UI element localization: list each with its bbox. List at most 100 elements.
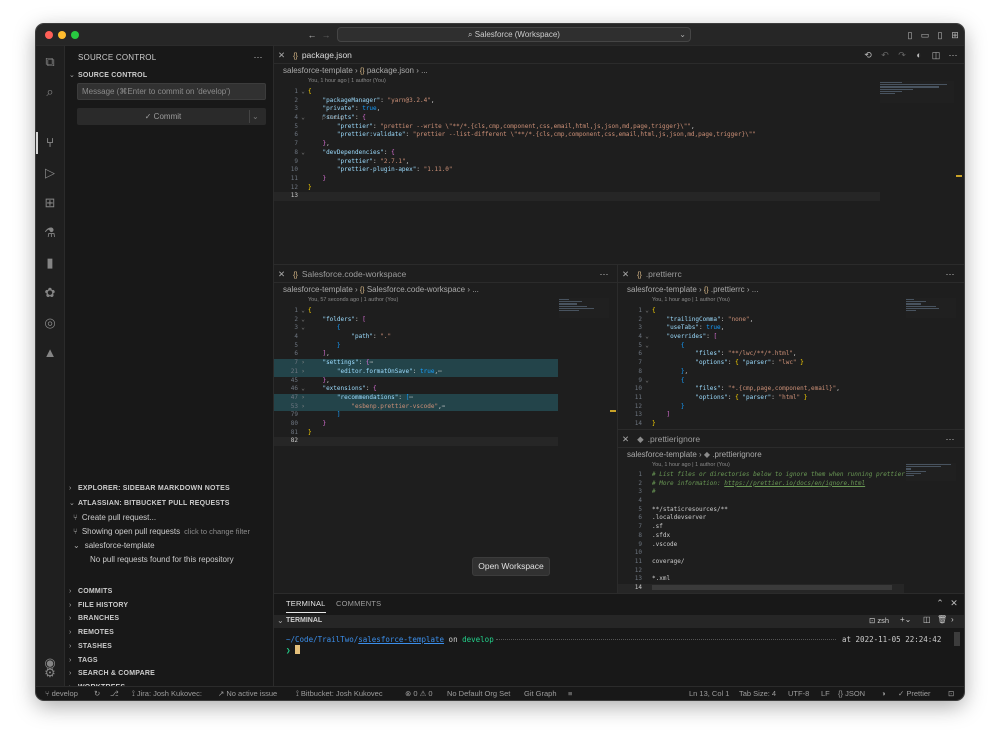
language-status[interactable]: {} JSON [838, 689, 865, 698]
breadcrumb-folder[interactable]: salesforce-template [627, 450, 697, 459]
code-line[interactable]: 7 }, [274, 140, 880, 149]
jira-status[interactable]: ⟟ Jira: Josh Kukovec: [132, 689, 202, 699]
section-bitbucket[interactable]: ⌄ ATLASSIAN: BITBUCKET PULL REQUESTS [69, 499, 230, 507]
code-line[interactable]: 12 } [618, 403, 904, 412]
code-line[interactable]: 9 .vscode [618, 541, 904, 550]
more-actions-icon[interactable]: ⋯ [944, 433, 956, 445]
breadcrumb[interactable]: salesforce-template › ◆ .prettierignore [627, 450, 762, 459]
code-line[interactable]: 13 [274, 192, 880, 201]
fold-chevron-icon[interactable]: ⌄ [298, 385, 308, 394]
close-icon[interactable]: ✕ [622, 269, 629, 279]
breadcrumb-more[interactable]: ... [472, 285, 479, 294]
forward-arrow-icon[interactable]: → [320, 29, 332, 41]
sync-icon[interactable]: ↻ [94, 689, 100, 698]
problems-status[interactable]: ⊗ 0 ⚠ 0 [405, 689, 433, 698]
tab-workspace[interactable]: ✕ {} Salesforce.code-workspace [274, 265, 406, 283]
code-line[interactable]: 47 › "recommendations": [⋯ [274, 393, 558, 403]
minimize-window-button[interactable] [58, 31, 66, 39]
code-line[interactable]: 7 "options": { "parser": "lwc" } [618, 359, 904, 368]
tab-prettierignore[interactable]: ✕ ◆ .prettierignore [618, 430, 700, 448]
contrast-icon[interactable]: ◑ [881, 689, 886, 698]
eol-status[interactable]: LF [821, 689, 830, 698]
fold-chevron-icon[interactable]: ⌄ [298, 114, 308, 123]
breadcrumb-more[interactable]: ... [752, 285, 759, 294]
showing-open-prs-item[interactable]: ⑂ Showing open pull requests click to chan… [73, 527, 250, 536]
code-line[interactable]: 7 › "settings": {⋯ [274, 359, 558, 368]
open-workspace-button[interactable]: Open Workspace [472, 557, 550, 576]
code-line[interactable]: 8 }, [618, 368, 904, 377]
code-line[interactable]: 5 ⌄ { [618, 342, 904, 351]
fold-chevron-icon[interactable]: › [298, 403, 308, 412]
code-line[interactable]: 5 **/staticresources/** [618, 506, 904, 515]
more-actions-icon[interactable]: ⋯ [947, 49, 959, 61]
chevron-down-icon[interactable]: ⌄ [679, 28, 686, 41]
toggle-primary-sidebar-icon[interactable]: ▯ [904, 29, 916, 41]
notifications-icon[interactable]: ⊡ [948, 689, 954, 698]
code-line[interactable]: 10 "prettier-plugin-apex": "1.11.0" [274, 166, 880, 175]
fold-chevron-icon[interactable]: ⌄ [642, 333, 652, 342]
code-line[interactable]: 10 [618, 549, 904, 558]
command-center[interactable]: ⌕ Salesforce (Workspace) ⌄ [337, 27, 691, 42]
breadcrumb[interactable]: salesforce-template › {} Salesforce.code… [283, 285, 479, 294]
testing-icon[interactable]: ⚗ [41, 224, 59, 242]
code-line[interactable]: 4 ⌄ "scripts": { [274, 114, 880, 123]
codelens-blame[interactable]: You, 1 hour ago | 1 author (You) [308, 78, 386, 84]
section-remotes[interactable]: › REMOTES [69, 629, 114, 636]
live-share-icon[interactable]: ⎇ [110, 689, 119, 698]
code-line[interactable]: 9 "prettier": "2.7.1", [274, 158, 880, 167]
breadcrumb-file[interactable]: Salesforce.code-workspace [367, 285, 465, 294]
code-line[interactable]: 80 } [274, 420, 558, 429]
explorer-icon[interactable]: ⧉ [41, 53, 59, 71]
previous-change-icon[interactable]: ↶ [879, 49, 891, 61]
tab-comments[interactable]: COMMENTS [336, 599, 381, 608]
breadcrumb-file[interactable]: .prettierrc [711, 285, 745, 294]
terminal-prompt-line[interactable]: ~/Code/TrailTwo/salesforce-template on d… [286, 635, 494, 644]
code-line[interactable]: 2 "packageManager": "yarn@3.2.4", [274, 97, 880, 106]
code-line[interactable]: 4 "path": "." [274, 333, 558, 342]
code-line[interactable]: 81} [274, 429, 558, 438]
minimap[interactable] [906, 298, 956, 318]
customize-layout-icon[interactable]: ⊞ [949, 29, 961, 41]
fold-chevron-icon[interactable]: ⌄ [298, 324, 308, 333]
code-line[interactable]: 4 ⌄ "overrides": [ [618, 333, 904, 342]
code-line[interactable]: 45 }, [274, 377, 558, 386]
more-actions-icon[interactable]: ⋯ [252, 51, 264, 63]
zoom-window-button[interactable] [71, 31, 79, 39]
chevron-down-icon[interactable]: ⌄ [277, 616, 284, 625]
code-line[interactable]: 8 ⌄ "devDependencies": { [274, 149, 880, 158]
fold-chevron-icon[interactable]: › [298, 368, 308, 377]
horizontal-scrollbar[interactable] [652, 585, 892, 590]
atlassian-icon[interactable]: ▲ [41, 344, 59, 362]
split-terminal-icon[interactable]: ◫ [923, 615, 931, 624]
close-icon[interactable]: ✕ [622, 434, 629, 444]
maximize-panel-icon[interactable]: ⌃ [934, 597, 946, 609]
bitbucket-status[interactable]: ⟟ Bitbucket: Josh Kukovec [296, 689, 383, 699]
breadcrumb-folder[interactable]: salesforce-template [283, 66, 353, 75]
code-line[interactable]: 14} [618, 420, 904, 429]
more-actions-icon[interactable]: ⋯ [598, 268, 610, 280]
commit-button[interactable]: ✓ Commit ⌄ [77, 108, 266, 125]
branch-status[interactable]: ⑂ develop [45, 689, 78, 698]
minimap[interactable] [559, 298, 609, 318]
toggle-secondary-sidebar-icon[interactable]: ▯ [934, 29, 946, 41]
code-line[interactable]: 3 "private": true, [274, 105, 880, 114]
fold-chevron-icon[interactable]: ⌄ [298, 88, 308, 97]
close-window-button[interactable] [45, 31, 53, 39]
bookmarks-icon[interactable]: ▮ [41, 254, 59, 272]
section-source-control[interactable]: ⌄ SOURCE CONTROL [69, 71, 147, 79]
kill-terminal-icon[interactable]: 🗑 [937, 615, 947, 624]
minimap[interactable] [880, 81, 954, 103]
close-icon[interactable]: ✕ [278, 50, 285, 60]
breadcrumb-folder[interactable]: salesforce-template [283, 285, 353, 294]
section-stashes[interactable]: › STASHES [69, 643, 112, 650]
codelens-debug[interactable]: ▷ Debug [322, 115, 344, 121]
code-line[interactable]: 6 ], [274, 350, 558, 359]
source-control-icon[interactable]: ⑂ [41, 134, 59, 152]
commit-message-input[interactable]: Message (⌘Enter to commit on 'develop') [77, 83, 266, 100]
code-line[interactable]: 5 } [274, 342, 558, 351]
code-line[interactable]: 2 ⌄ "folders": [ [274, 316, 558, 325]
new-terminal-icon[interactable]: +⌄ [900, 615, 911, 624]
git-graph-icon[interactable]: ✿ [41, 284, 59, 302]
fold-chevron-icon[interactable]: › [298, 394, 308, 403]
code-line[interactable]: 79 ] [274, 411, 558, 420]
